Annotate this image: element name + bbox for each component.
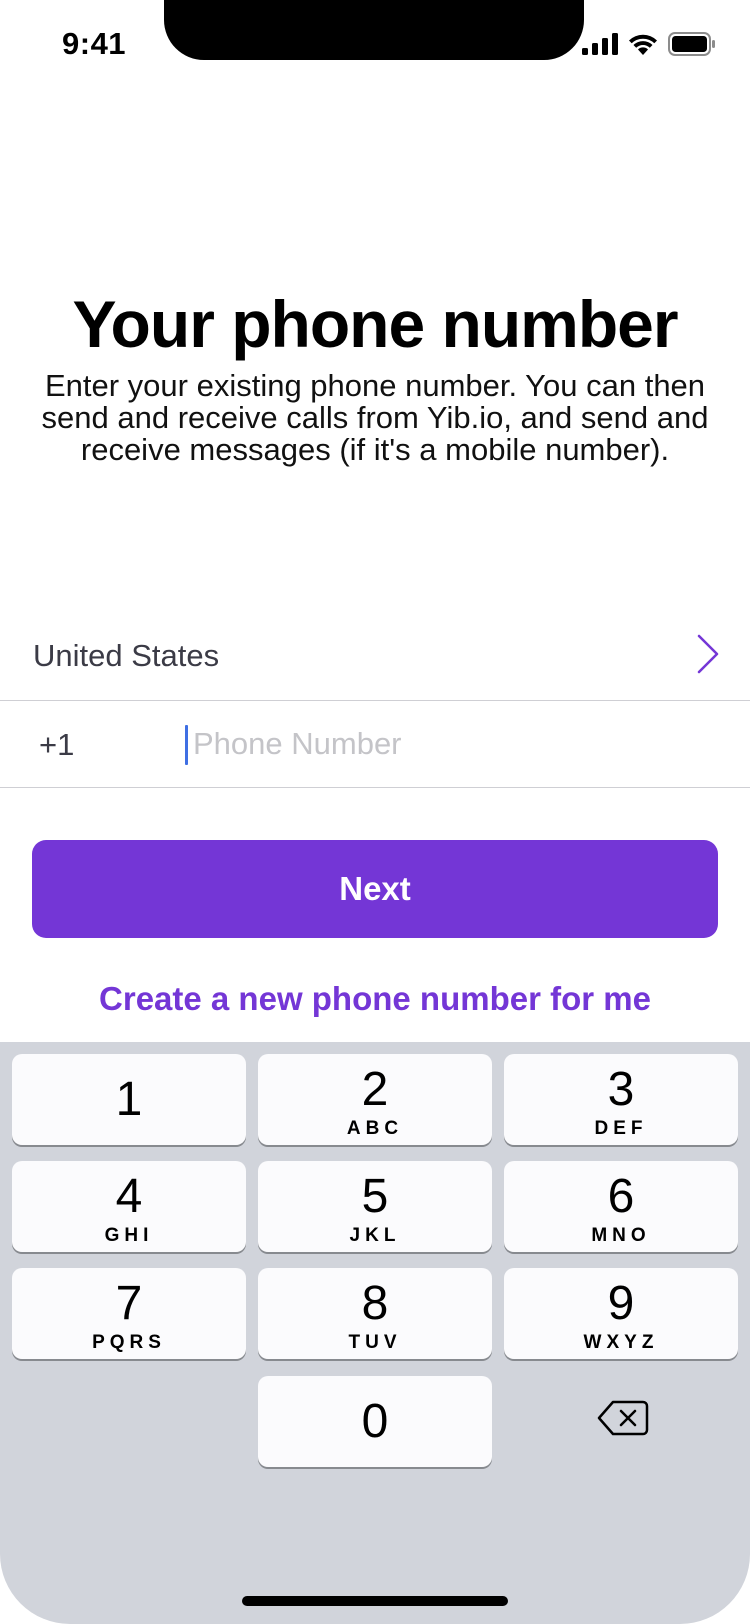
create-new-number-link[interactable]: Create a new phone number for me bbox=[0, 980, 750, 1018]
key-digit: 5 bbox=[361, 1170, 389, 1223]
key-6[interactable]: 6 MNO bbox=[504, 1161, 738, 1252]
key-1[interactable]: 1 bbox=[12, 1054, 246, 1145]
key-digit: 8 bbox=[361, 1277, 389, 1330]
key-digit: 4 bbox=[115, 1170, 143, 1223]
key-letters: DEF bbox=[594, 1118, 648, 1139]
key-4[interactable]: 4 GHI bbox=[12, 1161, 246, 1252]
backspace-icon bbox=[597, 1400, 649, 1436]
key-7[interactable]: 7 PQRS bbox=[12, 1268, 246, 1359]
page-title: Your phone number bbox=[72, 287, 678, 361]
key-letters: MNO bbox=[591, 1225, 651, 1246]
key-0[interactable]: 0 bbox=[258, 1376, 492, 1467]
key-9[interactable]: 9 WXYZ bbox=[504, 1268, 738, 1359]
next-button[interactable]: Next bbox=[32, 840, 718, 938]
cellular-signal-icon bbox=[582, 33, 618, 55]
key-letters: GHI bbox=[104, 1225, 154, 1246]
status-icons bbox=[582, 32, 716, 56]
dial-code[interactable]: +1 bbox=[39, 727, 74, 763]
key-digit: 7 bbox=[115, 1277, 143, 1330]
key-2[interactable]: 2 ABC bbox=[258, 1054, 492, 1145]
phone-number-input[interactable] bbox=[193, 721, 713, 767]
device-notch bbox=[164, 0, 584, 60]
key-letters: JKL bbox=[349, 1225, 401, 1246]
key-3[interactable]: 3 DEF bbox=[504, 1054, 738, 1145]
wifi-icon bbox=[629, 34, 657, 55]
country-label: United States bbox=[33, 638, 220, 673]
key-5[interactable]: 5 JKL bbox=[258, 1161, 492, 1252]
key-digit: 3 bbox=[607, 1063, 635, 1116]
backspace-key[interactable] bbox=[583, 1388, 663, 1448]
key-digit: 6 bbox=[607, 1170, 635, 1223]
app-screen: 9:41 Your phone number Enter your existi… bbox=[0, 0, 750, 1624]
status-time: 9:41 bbox=[62, 26, 127, 61]
key-8[interactable]: 8 TUV bbox=[258, 1268, 492, 1359]
key-digit: 9 bbox=[607, 1277, 635, 1330]
key-letters: WXYZ bbox=[583, 1332, 659, 1353]
key-digit: 0 bbox=[361, 1395, 389, 1448]
page-subtitle: Enter your existing phone number. You ca… bbox=[41, 368, 709, 467]
key-letters: TUV bbox=[348, 1332, 402, 1353]
key-digit: 1 bbox=[115, 1073, 143, 1126]
key-letters: ABC bbox=[346, 1118, 404, 1139]
text-cursor bbox=[185, 725, 188, 765]
chevron-right-icon bbox=[697, 634, 719, 674]
phone-number-row: +1 bbox=[0, 701, 750, 788]
home-indicator bbox=[242, 1596, 508, 1606]
country-selector[interactable]: United States bbox=[0, 628, 750, 701]
key-digit: 2 bbox=[361, 1063, 389, 1116]
key-letters: PQRS bbox=[92, 1332, 166, 1353]
battery-icon bbox=[668, 32, 715, 56]
